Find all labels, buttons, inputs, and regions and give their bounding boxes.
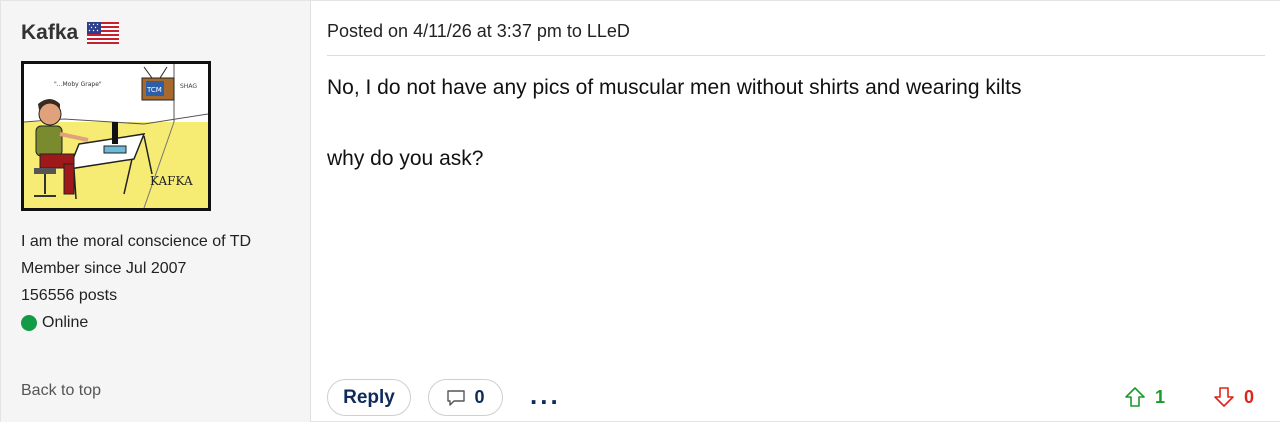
post-paragraph: No, I do not have any pics of muscular m… [327,76,1022,99]
avatar-caption: "...Moby Grape" [54,81,102,88]
upvote-button[interactable]: 1 [1124,386,1165,408]
more-options-button[interactable]: ... [530,382,561,408]
avatar-drawing: "...Moby Grape" TCM SHAG KAFKA [24,64,208,208]
post-count: 156556 posts [21,287,118,304]
downvote-count: 0 [1244,386,1255,407]
downvote-button[interactable]: 0 [1213,386,1254,408]
avatar-scribble: SHAG [180,83,197,90]
author-name[interactable]: Kafka [21,21,78,45]
author-header: Kafka [21,21,120,45]
online-status-label: Online [42,314,89,331]
post-actions: Reply 0 ... 1 0 [327,379,1265,416]
back-to-top-link[interactable]: Back to top [21,382,101,400]
post-body: No, I do not have any pics of muscular m… [327,76,1257,218]
post-content: Posted on 4/11/26 at 3:37 pm to LLeD No,… [311,1,1280,422]
upvote-count: 1 [1155,386,1166,407]
downvote-arrow-icon [1214,387,1234,407]
reply-button[interactable]: Reply [327,379,411,416]
author-tagline: I am the moral conscience of TD [21,233,252,250]
post-paragraph: why do you ask? [327,147,484,170]
comment-icon [447,389,466,406]
meta-divider [327,55,1265,56]
member-since: Member since Jul 2007 [21,260,187,277]
author-avatar[interactable]: "...Moby Grape" TCM SHAG KAFKA [21,61,211,211]
online-status: Online [21,309,251,336]
author-info: I am the moral conscience of TD Member s… [21,228,251,336]
avatar-signature: KAFKA [150,174,193,188]
post-meta: Posted on 4/11/26 at 3:37 pm to LLeD [327,21,630,41]
comment-count: 0 [474,387,485,407]
upvote-arrow-icon [1125,387,1145,407]
us-flag-icon [87,22,120,44]
forum-post: Kafka "...Moby Grape" TCM SHAG KAFKA I a… [0,0,1280,422]
avatar-tv-label: TCM [146,86,162,94]
author-sidebar: Kafka "...Moby Grape" TCM SHAG KAFKA I a… [0,1,311,422]
comment-button[interactable]: 0 [428,379,503,416]
online-status-icon [21,314,37,331]
